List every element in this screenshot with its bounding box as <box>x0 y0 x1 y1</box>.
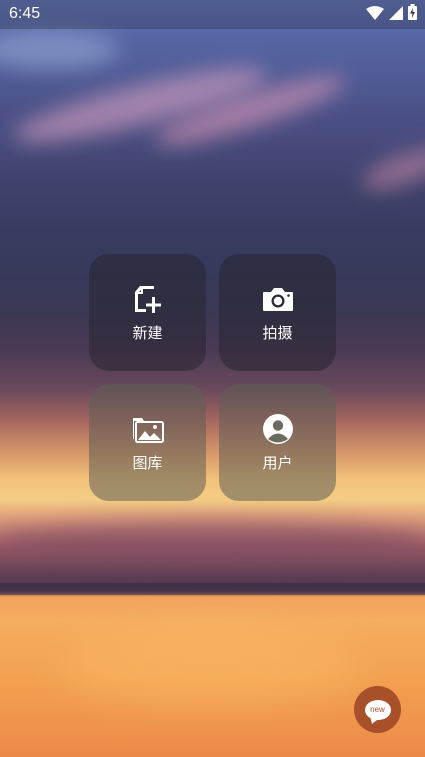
capture-tile-button[interactable]: 拍摄 <box>219 254 336 371</box>
battery-charging-icon <box>408 4 417 24</box>
user-tile-label: 用户 <box>262 454 293 472</box>
camera-icon <box>261 282 295 316</box>
user-tile-button[interactable]: 用户 <box>219 384 336 501</box>
gallery-icon <box>131 412 165 446</box>
capture-tile-label: 拍摄 <box>262 324 293 342</box>
new-tile-label: 新建 <box>132 324 163 342</box>
gallery-tile-label: 图库 <box>132 454 163 472</box>
home-screen: 6:45 新建 拍摄 图库 用户 new <box>0 0 425 757</box>
new-message-button[interactable]: new <box>354 686 401 733</box>
wifi-icon <box>366 5 384 24</box>
wallpaper-water-shimmer <box>60 630 360 710</box>
new-badge-label: new <box>370 705 385 714</box>
cell-signal-icon <box>389 5 403 24</box>
wallpaper-cloud <box>0 520 425 560</box>
chat-bubble-icon: new <box>364 699 391 725</box>
status-icons <box>366 4 417 24</box>
wallpaper-horizon <box>0 583 425 595</box>
status-time: 6:45 <box>9 5 41 22</box>
status-bar: 6:45 <box>0 0 425 29</box>
gallery-tile-button[interactable]: 图库 <box>89 384 206 501</box>
new-document-icon <box>131 282 165 316</box>
new-tile-button[interactable]: 新建 <box>89 254 206 371</box>
user-icon <box>261 412 295 446</box>
